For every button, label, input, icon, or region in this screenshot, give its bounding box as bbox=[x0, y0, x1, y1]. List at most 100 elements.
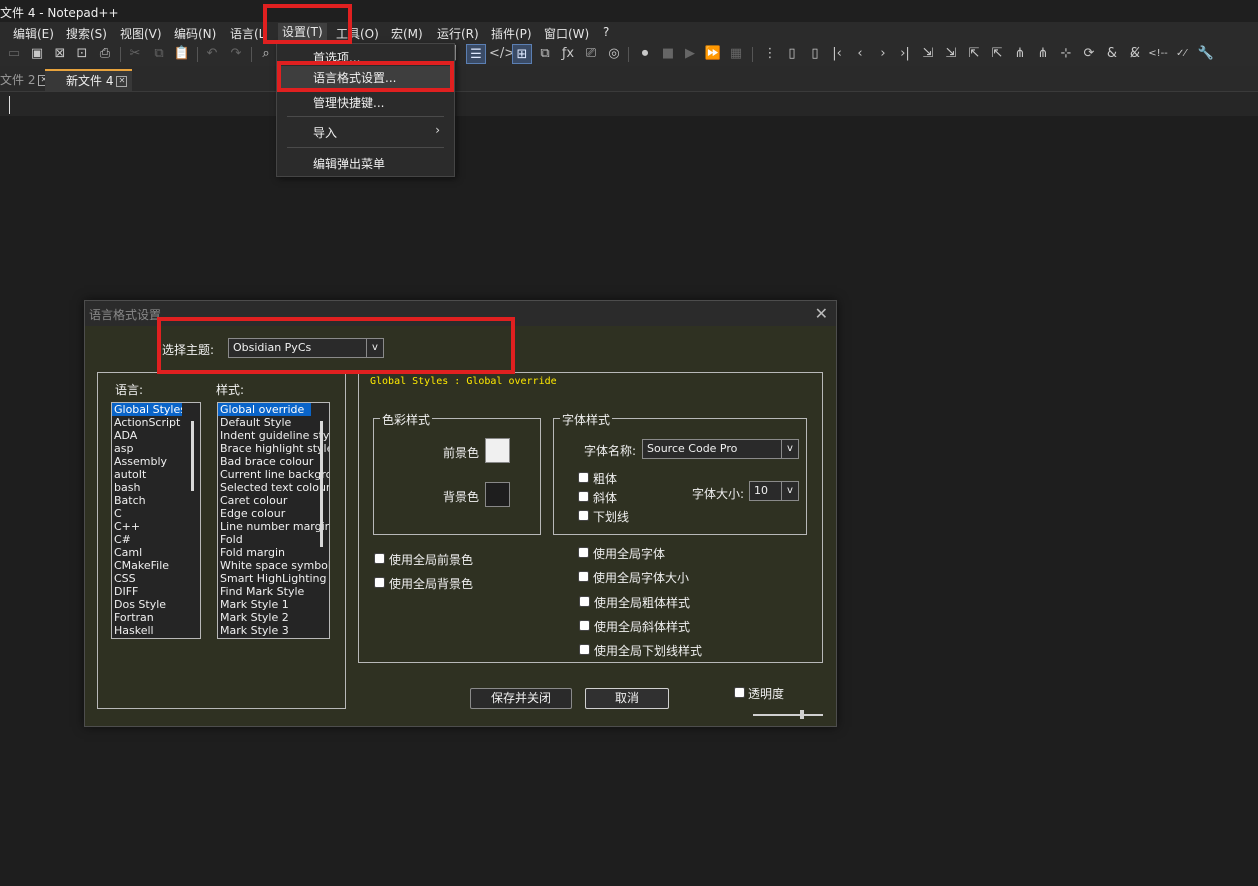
font-name-select[interactable]: Source Code Pro v bbox=[642, 439, 799, 459]
network-icon[interactable]: ⊹ bbox=[1056, 44, 1076, 64]
style-list-item[interactable]: Indent guideline style bbox=[218, 429, 329, 442]
tab-close-icon[interactable]: ✕ bbox=[116, 76, 128, 87]
clone-icon[interactable]: ⇱ bbox=[987, 44, 1007, 64]
menu-item-import[interactable]: 导入 bbox=[313, 124, 337, 141]
indent-guide-icon[interactable]: ☰ bbox=[466, 44, 486, 64]
menu-help[interactable]: ? bbox=[603, 25, 609, 39]
undo-icon[interactable]: ↶ bbox=[202, 44, 222, 64]
style-list-item[interactable]: Selected text colour bbox=[218, 481, 329, 494]
print-icon[interactable]: ⎙ bbox=[95, 44, 115, 64]
menu-window[interactable]: 窗口(W) bbox=[544, 25, 589, 42]
close-all-icon[interactable]: ⊡ bbox=[72, 44, 92, 64]
style-list-item[interactable]: Line number margin bbox=[218, 520, 329, 533]
language-list-scrollbar[interactable] bbox=[191, 421, 194, 491]
redo-icon[interactable]: ↷ bbox=[226, 44, 246, 64]
next-icon[interactable]: › bbox=[873, 44, 893, 64]
move-doc-icon[interactable]: ⇲ bbox=[941, 44, 961, 64]
use-global-underline-checkbox[interactable] bbox=[579, 644, 590, 655]
style-list-item[interactable]: Brace highlight style bbox=[218, 442, 329, 455]
language-list-item[interactable]: Batch bbox=[112, 494, 200, 507]
function-list-icon[interactable]: ƒx bbox=[558, 44, 578, 64]
transparency-slider-track[interactable] bbox=[753, 714, 823, 716]
underline-checkbox[interactable] bbox=[578, 510, 589, 521]
menu-item-edit-popup-menu[interactable]: 编辑弹出菜单 bbox=[313, 155, 385, 172]
dialog-close-icon[interactable]: ✕ bbox=[815, 304, 828, 323]
language-list-item[interactable]: ADA bbox=[112, 429, 200, 442]
tree-icon[interactable]: ⋔ bbox=[1010, 44, 1030, 64]
style-list-item[interactable]: Mark Style 2 bbox=[218, 611, 329, 624]
language-list-item[interactable]: Global Styles bbox=[112, 403, 182, 416]
last-icon[interactable]: ›| bbox=[895, 44, 915, 64]
macro-record-icon[interactable]: ⏺ bbox=[635, 44, 655, 64]
save-close-button[interactable]: 保存并关闭 bbox=[470, 688, 572, 709]
language-list-item[interactable]: Dos Style bbox=[112, 598, 200, 611]
style-list-item[interactable]: Smart HighLighting bbox=[218, 572, 329, 585]
style-list-item[interactable]: Find Mark Style bbox=[218, 585, 329, 598]
language-list-item[interactable]: Haskell bbox=[112, 624, 200, 637]
background-color-swatch[interactable] bbox=[485, 482, 510, 507]
menu-macro[interactable]: 宏(M) bbox=[391, 25, 423, 42]
sync-icon[interactable]: ⟳ bbox=[1079, 44, 1099, 64]
style-list-item[interactable]: Fold bbox=[218, 533, 329, 546]
language-list-item[interactable]: CMakeFile bbox=[112, 559, 200, 572]
language-list-item[interactable]: Assembly bbox=[112, 455, 200, 468]
paste-icon[interactable]: 📋 bbox=[172, 44, 192, 64]
save-macro-icon[interactable]: ▦ bbox=[726, 44, 746, 64]
foreground-color-swatch[interactable] bbox=[485, 438, 510, 463]
comment-icon[interactable]: <!-- bbox=[1148, 44, 1168, 64]
save-icon[interactable]: ▣ bbox=[27, 44, 47, 64]
wrench-icon[interactable]: 🔧 bbox=[1196, 44, 1216, 64]
doc-icon[interactable]: ▯ bbox=[782, 44, 802, 64]
copy-icon[interactable]: ⧉ bbox=[149, 44, 169, 64]
macro-stop-icon[interactable]: ■ bbox=[658, 44, 678, 64]
language-list-item[interactable]: C++ bbox=[112, 520, 200, 533]
menu-run[interactable]: 运行(R) bbox=[437, 25, 479, 42]
first-icon[interactable]: |‹ bbox=[827, 44, 847, 64]
style-list-item[interactable]: Current line background bbox=[218, 468, 329, 481]
style-list[interactable]: Global override Default Style Indent guide… bbox=[217, 402, 330, 639]
language-list-item[interactable]: autoIt bbox=[112, 468, 200, 481]
language-list-item[interactable]: Fortran bbox=[112, 611, 200, 624]
camera-icon[interactable]: ◎ bbox=[604, 44, 624, 64]
find-icon[interactable]: ⌕ bbox=[256, 44, 276, 64]
transparency-checkbox[interactable] bbox=[734, 687, 745, 698]
use-global-font-checkbox[interactable] bbox=[578, 547, 589, 558]
menu-item-shortcut-mapper[interactable]: 管理快捷键... bbox=[313, 94, 384, 111]
style-list-item[interactable]: White space symbol bbox=[218, 559, 329, 572]
split-icon[interactable]: ⇱ bbox=[964, 44, 984, 64]
ampersand-icon[interactable]: & bbox=[1102, 44, 1122, 64]
doc-edit-icon[interactable]: ▯ bbox=[805, 44, 825, 64]
use-global-font-size-checkbox[interactable] bbox=[578, 571, 589, 582]
style-list-item[interactable]: Global override bbox=[218, 403, 311, 416]
style-list-scrollbar[interactable] bbox=[320, 421, 323, 547]
font-size-select[interactable]: 10 v bbox=[749, 481, 799, 501]
style-list-item[interactable]: Mark Style 3 bbox=[218, 624, 329, 637]
language-list-item[interactable]: Caml bbox=[112, 546, 200, 559]
style-list-item[interactable]: Edge colour bbox=[218, 507, 329, 520]
use-global-italic-checkbox[interactable] bbox=[579, 620, 590, 631]
menu-view[interactable]: 视图(V) bbox=[120, 25, 162, 42]
transparency-slider-thumb[interactable] bbox=[800, 710, 804, 719]
cancel-button[interactable]: 取消 bbox=[585, 688, 669, 709]
cut-icon[interactable]: ✂ bbox=[125, 44, 145, 64]
tree-alt-icon[interactable]: ⋔ bbox=[1033, 44, 1053, 64]
language-list-item[interactable]: DIFF bbox=[112, 585, 200, 598]
ampersand-off-icon[interactable]: &̸ bbox=[1125, 44, 1145, 64]
new-file-icon[interactable]: ▭ bbox=[4, 44, 24, 64]
xml-tag-icon[interactable]: </> bbox=[489, 44, 515, 64]
uncomment-icon[interactable]: ✓⁄ bbox=[1171, 44, 1191, 64]
menu-encoding[interactable]: 编码(N) bbox=[174, 25, 216, 42]
document-map-icon[interactable]: ⊞ bbox=[512, 44, 532, 64]
move-icon[interactable]: ⇲ bbox=[918, 44, 938, 64]
style-list-item[interactable]: Default Style bbox=[218, 416, 329, 429]
use-global-bold-checkbox[interactable] bbox=[579, 596, 590, 607]
language-list-item[interactable]: CSS bbox=[112, 572, 200, 585]
bold-checkbox[interactable] bbox=[578, 472, 589, 483]
style-list-item[interactable]: Fold margin bbox=[218, 546, 329, 559]
fold-icon[interactable]: ⧉ bbox=[535, 44, 555, 64]
use-global-fg-checkbox[interactable] bbox=[374, 553, 385, 564]
language-list[interactable]: Global Styles ActionScript ADA asp Assembly a… bbox=[111, 402, 201, 639]
close-icon[interactable]: ⊠ bbox=[50, 44, 70, 64]
macro-run-multiple-icon[interactable]: ⏩ bbox=[703, 44, 723, 64]
tab-new-file-4[interactable]: 新文件 4 ✕ bbox=[45, 69, 132, 91]
